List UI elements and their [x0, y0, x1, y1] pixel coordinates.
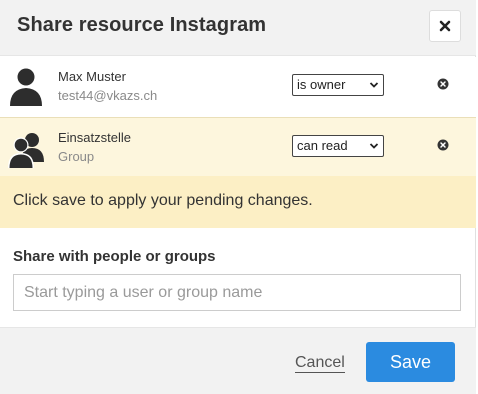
dialog-header: Share resource Instagram — [0, 0, 476, 56]
group-silhouette-icon — [8, 133, 44, 168]
close-button[interactable] — [429, 10, 461, 42]
member-row: Max Muster test44@vkazs.ch is owner — [0, 57, 476, 117]
chevron-down-icon — [369, 82, 379, 88]
user-silhouette-icon — [10, 68, 42, 106]
dialog-footer: Cancel Save — [0, 327, 476, 394]
remove-member-icon[interactable] — [437, 139, 449, 151]
group-type: Group — [58, 149, 95, 164]
member-email: test44@vkazs.ch — [58, 88, 158, 103]
cancel-button[interactable]: Cancel — [295, 354, 345, 373]
group-name: Einsatzstelle — [58, 130, 131, 145]
permission-select[interactable]: can read — [292, 135, 384, 157]
share-search-input[interactable] — [13, 274, 461, 311]
close-icon — [439, 20, 451, 32]
member-name: Max Muster — [58, 69, 126, 84]
permission-select[interactable]: is owner — [292, 74, 384, 96]
share-label: Share with people or groups — [13, 248, 216, 265]
chevron-down-icon — [369, 143, 379, 149]
pending-changes-notice: Click save to apply your pending changes… — [0, 176, 476, 228]
notice-text: Click save to apply your pending changes… — [13, 192, 313, 209]
share-dialog: Share resource Instagram Max Muster test… — [0, 0, 476, 394]
permission-value: can read — [297, 138, 348, 153]
save-button[interactable]: Save — [366, 342, 455, 382]
permission-value: is owner — [297, 77, 346, 92]
remove-member-icon[interactable] — [437, 78, 449, 90]
dialog-title: Share resource Instagram — [17, 14, 267, 36]
member-row: Einsatzstelle Group can read — [0, 117, 476, 177]
